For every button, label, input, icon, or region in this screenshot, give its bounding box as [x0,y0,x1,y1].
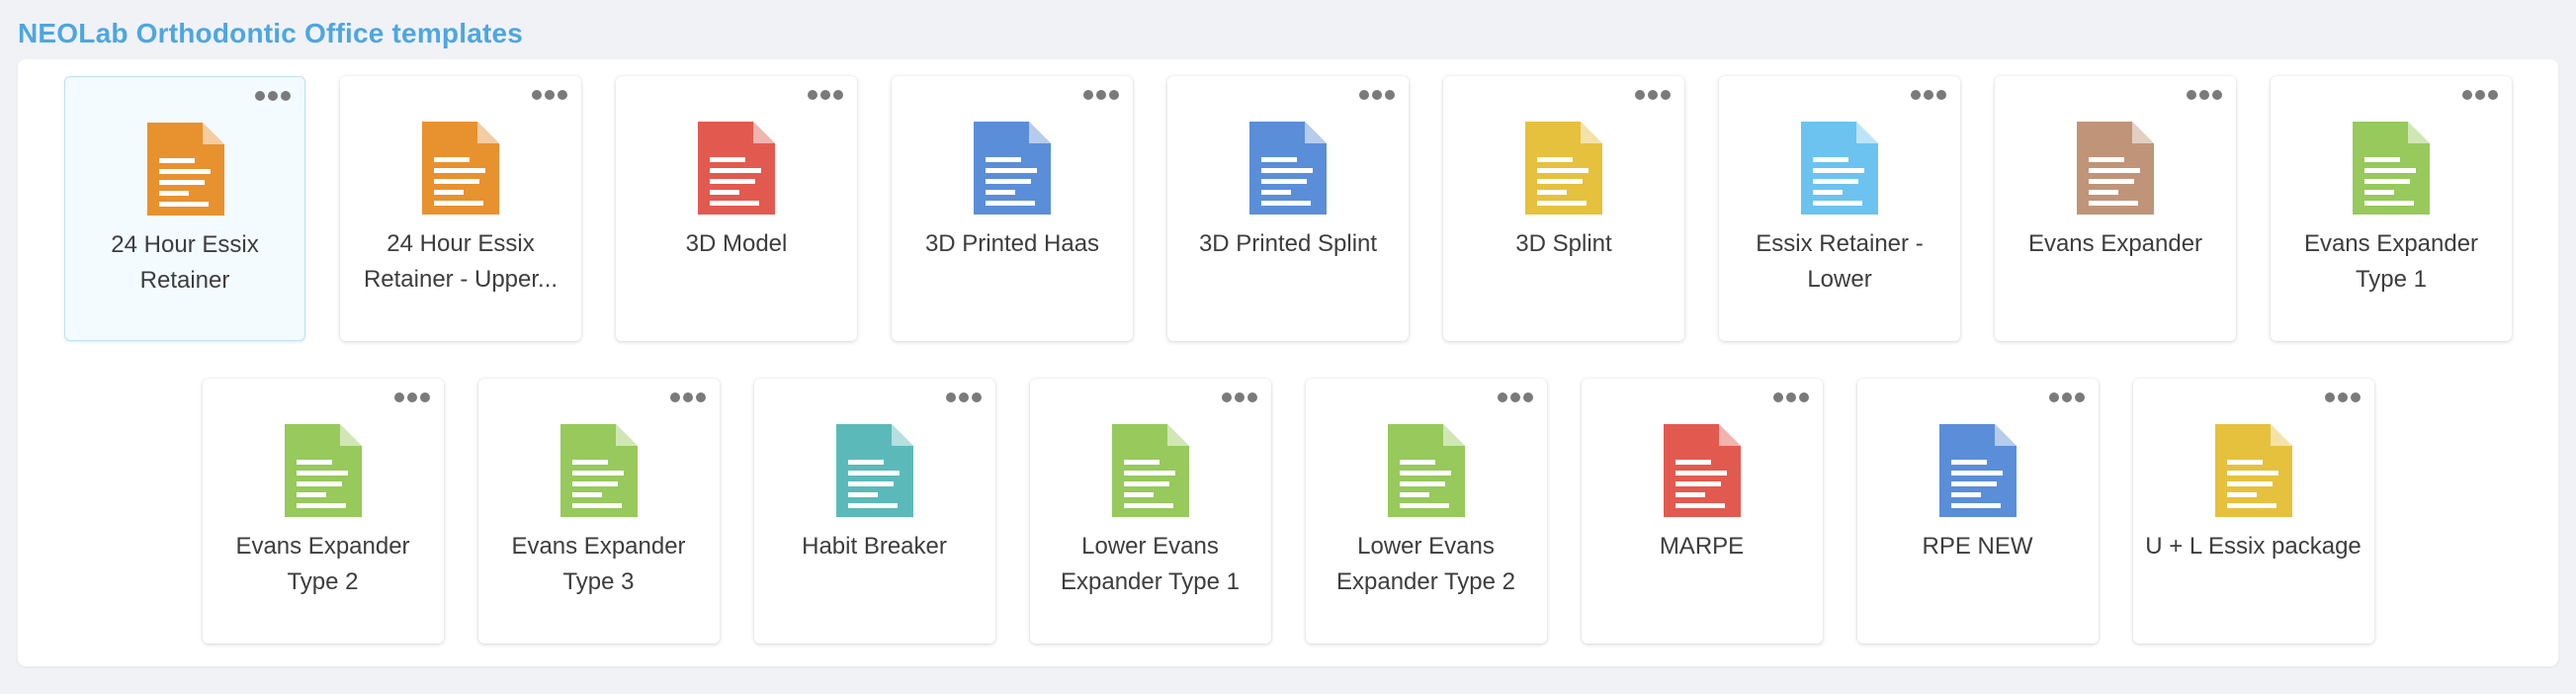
document-icon [2214,424,2292,517]
document-icon [1249,122,1327,215]
more-options-icon[interactable] [1911,88,1946,102]
document-icon [1387,424,1465,517]
document-icon [974,122,1051,215]
template-tile[interactable]: RPE NEW [1856,379,2099,644]
template-tile[interactable]: Evans Expander Type 2 [202,379,444,644]
document-icon [1663,424,1741,517]
document-icon [422,122,499,215]
template-label: Evans Expander Type 3 [511,533,686,595]
document-icon [1801,122,1878,215]
more-options-icon[interactable] [1221,390,1257,404]
templates-panel: 24 Hour Essix Retainer 24 Hour Essix Ret… [18,59,2558,666]
document-icon [2353,122,2430,215]
document-icon [1525,122,1602,215]
template-tile[interactable]: MARPE [1581,379,1823,644]
template-label: MARPE [1659,533,1745,560]
template-tile[interactable]: 3D Model [616,76,857,341]
template-label: 3D Printed Haas [924,230,1100,257]
more-options-icon[interactable] [808,88,843,102]
template-label: 24 Hour Essix Retainer - Upper... [363,230,558,293]
more-options-icon[interactable] [1083,88,1119,102]
template-label: RPE NEW [1922,533,2033,560]
document-icon [1938,424,2017,517]
template-label: Essix Retainer - Lower [1756,230,1924,293]
template-tile[interactable]: 3D Printed Splint [1167,76,1409,341]
template-tile[interactable]: Evans Expander [1995,76,2236,341]
template-tile[interactable]: Lower Evans Expander Type 1 [1029,379,1271,644]
more-options-icon[interactable] [2187,88,2222,102]
template-tile[interactable]: U + L Essix package [2132,379,2374,644]
document-icon [559,424,638,517]
document-icon [1111,424,1189,517]
template-tile[interactable]: 24 Hour Essix Retainer - Upper... [340,76,581,341]
template-tile[interactable]: Habit Breaker [753,379,995,644]
more-options-icon[interactable] [2048,390,2085,404]
document-icon [284,424,362,517]
template-tile[interactable]: 24 Hour Essix Retainer [64,76,305,341]
more-options-icon[interactable] [393,390,430,404]
template-label: Lower Evans Expander Type 1 [1060,533,1241,595]
template-label: U + L Essix package [2145,533,2361,560]
templates-grid: 24 Hour Essix Retainer 24 Hour Essix Ret… [18,76,2558,644]
template-label: Habit Breaker [802,533,947,560]
more-options-icon[interactable] [669,390,706,404]
more-options-icon[interactable] [1359,88,1395,102]
document-icon [2077,122,2154,215]
template-label: 3D Printed Splint [1198,230,1378,257]
more-options-icon[interactable] [1635,88,1671,102]
template-label: Lower Evans Expander Type 2 [1335,533,1516,595]
template-tile[interactable]: Evans Expander Type 1 [2271,76,2512,341]
more-options-icon[interactable] [532,88,567,102]
template-tile[interactable]: Essix Retainer - Lower [1719,76,1960,341]
template-label: 24 Hour Essix Retainer [111,231,259,294]
template-label: 3D Model [685,230,788,257]
more-options-icon[interactable] [945,390,982,404]
template-tile[interactable]: 3D Printed Haas [892,76,1133,341]
more-options-icon[interactable] [2324,390,2361,404]
more-options-icon[interactable] [255,89,291,103]
template-label: 3D Splint [1515,230,1612,257]
page-title: NEOLab Orthodontic Office templates [18,18,524,48]
document-icon [835,424,913,517]
template-tile[interactable]: Evans Expander Type 3 [477,379,720,644]
more-options-icon[interactable] [1497,390,1533,404]
more-options-icon[interactable] [2462,88,2498,102]
template-label: Evans Expander Type 1 [2303,230,2479,293]
template-tile[interactable]: 3D Splint [1443,76,1684,341]
document-icon [698,122,775,215]
more-options-icon[interactable] [1772,390,1809,404]
template-label: Evans Expander Type 2 [235,533,410,595]
document-icon [147,123,224,216]
template-tile[interactable]: Lower Evans Expander Type 2 [1305,379,1547,644]
template-label: Evans Expander [2027,230,2203,257]
